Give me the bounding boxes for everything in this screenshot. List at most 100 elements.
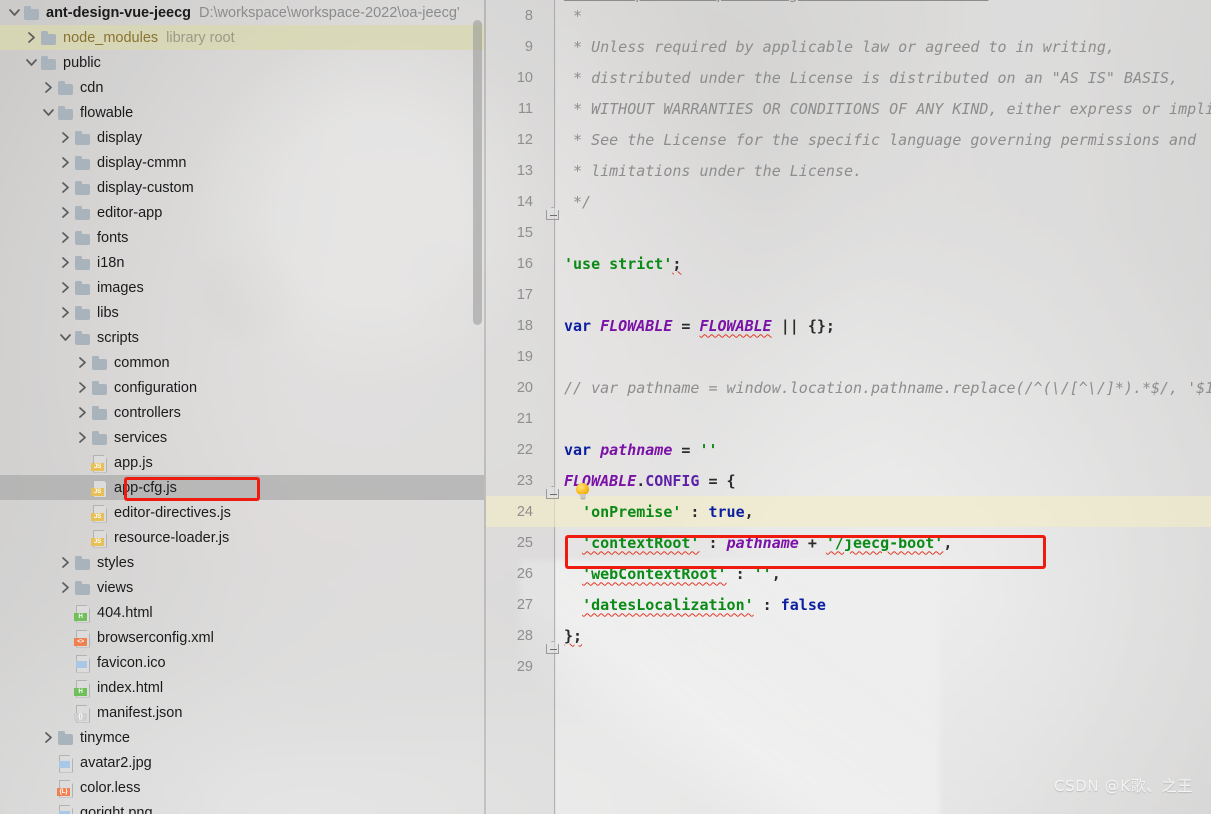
chevron-right-icon[interactable] xyxy=(23,29,40,46)
code-line-21[interactable]: 21 xyxy=(486,403,1211,434)
code-text: 'contextRoot' : pathname + '/jeecg-boot'… xyxy=(542,534,952,552)
code-line-27[interactable]: 27 'datesLocalization' : false xyxy=(486,589,1211,620)
code-token: 'contextRoot' xyxy=(582,533,700,552)
chevron-right-icon[interactable] xyxy=(40,79,57,96)
chevron-down-icon[interactable] xyxy=(23,54,40,71)
chevron-down-icon[interactable] xyxy=(40,104,57,121)
code-token: . xyxy=(636,471,646,490)
code-line-25[interactable]: 25 'contextRoot' : pathname + '/jeecg-bo… xyxy=(486,527,1211,558)
lightbulb-icon[interactable] xyxy=(576,483,589,500)
tree-item-manifest-json[interactable]: {} manifest.json xyxy=(0,700,484,725)
code-line-8[interactable]: 8 * xyxy=(486,0,1211,31)
chevron-right-icon[interactable] xyxy=(57,554,74,571)
editor-marker-strip[interactable] xyxy=(1199,0,1209,814)
tree-item-images[interactable]: images xyxy=(0,275,484,300)
project-tree-list[interactable]: ant-design-vue-jeecg D:\workspace\workspa… xyxy=(0,0,484,814)
tree-item-scripts[interactable]: scripts xyxy=(0,325,484,350)
fold-marker-icon[interactable] xyxy=(546,486,559,499)
tree-item-services[interactable]: services xyxy=(0,425,484,450)
code-line-15[interactable]: 15 xyxy=(486,217,1211,248)
code-line-9[interactable]: 9 * Unless required by applicable law or… xyxy=(486,31,1211,62)
chevron-right-icon[interactable] xyxy=(57,154,74,171)
tree-vertical-scrollbar[interactable] xyxy=(473,20,482,325)
line-number: 28 xyxy=(516,627,533,644)
code-line-18[interactable]: 18 var FLOWABLE = FLOWABLE || {}; xyxy=(486,310,1211,341)
chevron-right-icon[interactable] xyxy=(57,279,74,296)
tree-item-label: manifest.json xyxy=(97,704,183,721)
tree-item-i18n[interactable]: i18n xyxy=(0,250,484,275)
code-line-12[interactable]: 12 * See the License for the specific la… xyxy=(486,124,1211,155)
code-line-17[interactable]: 17 xyxy=(486,279,1211,310)
code-line-10[interactable]: 10 * distributed under the License is di… xyxy=(486,62,1211,93)
tree-item-configuration[interactable]: configuration xyxy=(0,375,484,400)
tree-item-fonts[interactable]: fonts xyxy=(0,225,484,250)
tree-item-avatar2-jpg[interactable]: avatar2.jpg xyxy=(0,750,484,775)
code-line-20[interactable]: 20 // var pathname = window.location.path… xyxy=(486,372,1211,403)
chevron-right-icon[interactable] xyxy=(40,729,57,746)
tree-item-common[interactable]: common xyxy=(0,350,484,375)
chevron-right-icon[interactable] xyxy=(74,404,91,421)
tree-item-404-html[interactable]: H 404.html xyxy=(0,600,484,625)
tree-item-app-cfg-js[interactable]: JS app-cfg.js xyxy=(0,475,484,500)
tree-item-node-modules[interactable]: node_modules library root xyxy=(0,25,484,50)
chevron-down-icon[interactable] xyxy=(57,329,74,346)
tree-item-label: avatar2.jpg xyxy=(80,754,152,771)
code-text: FLOWABLE.CONFIG = { xyxy=(542,472,736,490)
code-token: var xyxy=(564,440,592,459)
chevron-right-icon[interactable] xyxy=(74,354,91,371)
code-editor[interactable]: 7 http://www.apache.org/licenses/LICENSE… xyxy=(486,0,1211,814)
tree-item-resource-loader-js[interactable]: JS resource-loader.js xyxy=(0,525,484,550)
code-line-22[interactable]: 22 var pathname = '' xyxy=(486,434,1211,465)
fold-marker-icon[interactable] xyxy=(546,207,559,220)
chevron-right-icon[interactable] xyxy=(57,579,74,596)
tree-item-favicon-ico[interactable]: favicon.ico xyxy=(0,650,484,675)
tree-item-ant-design-vue-jeecg[interactable]: ant-design-vue-jeecg D:\workspace\workspa… xyxy=(0,0,484,25)
line-number: 22 xyxy=(516,441,533,458)
panel-splitter[interactable] xyxy=(484,0,486,814)
tree-item-browserconfig-xml[interactable]: <> browserconfig.xml xyxy=(0,625,484,650)
tree-item-display-custom[interactable]: display-custom xyxy=(0,175,484,200)
tree-item-display[interactable]: display xyxy=(0,125,484,150)
tree-item-styles[interactable]: styles xyxy=(0,550,484,575)
code-line-14[interactable]: 14 */ xyxy=(486,186,1211,217)
chevron-right-icon[interactable] xyxy=(57,254,74,271)
tree-item-editor-app[interactable]: editor-app xyxy=(0,200,484,225)
code-line-19[interactable]: 19 xyxy=(486,341,1211,372)
tree-item-goright-png[interactable]: goright.png xyxy=(0,800,484,814)
chevron-right-icon[interactable] xyxy=(74,429,91,446)
tree-item-cdn[interactable]: cdn xyxy=(0,75,484,100)
project-tree-panel[interactable]: ant-design-vue-jeecg D:\workspace\workspa… xyxy=(0,0,484,814)
fold-marker-icon[interactable] xyxy=(546,641,559,654)
tree-item-display-cmmn[interactable]: display-cmmn xyxy=(0,150,484,175)
tree-item-flowable[interactable]: flowable xyxy=(0,100,484,125)
tree-item-app-js[interactable]: JS app.js xyxy=(0,450,484,475)
folder-icon xyxy=(23,5,41,21)
chevron-right-icon[interactable] xyxy=(57,204,74,221)
tree-item-public[interactable]: public xyxy=(0,50,484,75)
tree-item-index-html[interactable]: Hindex.html xyxy=(0,675,484,700)
chevron-right-icon[interactable] xyxy=(57,304,74,321)
code-line-28[interactable]: 28}; xyxy=(486,620,1211,651)
tree-item-libs[interactable]: libs xyxy=(0,300,484,325)
code-line-26[interactable]: 26 'webContextRoot' : '', xyxy=(486,558,1211,589)
chevron-right-icon[interactable] xyxy=(57,129,74,146)
tree-item-label: goright.png xyxy=(80,804,153,814)
tree-item-color-less[interactable]: {L} color.less xyxy=(0,775,484,800)
code-lines-container[interactable]: 8 * 9 * Unless required by applicable law… xyxy=(486,0,1211,814)
chevron-right-icon[interactable] xyxy=(74,379,91,396)
chevron-right-icon[interactable] xyxy=(57,179,74,196)
code-line-24[interactable]: 24 'onPremise' : true, xyxy=(486,496,1211,527)
tree-item-controllers[interactable]: controllers xyxy=(0,400,484,425)
code-line-23[interactable]: 23 FLOWABLE.CONFIG = { xyxy=(486,465,1211,496)
tree-item-editor-directives-js[interactable]: JS editor-directives.js xyxy=(0,500,484,525)
code-line-29[interactable]: 29 xyxy=(486,651,1211,682)
chevron-down-icon[interactable] xyxy=(6,4,23,21)
code-line-11[interactable]: 11 * WITHOUT WARRANTIES OR CONDITIONS OF… xyxy=(486,93,1211,124)
file-type-badge: {} xyxy=(74,712,87,721)
tree-item-tinymce[interactable]: tinymce xyxy=(0,725,484,750)
code-line-16[interactable]: 16 'use strict'; xyxy=(486,248,1211,279)
chevron-right-icon[interactable] xyxy=(57,229,74,246)
tree-item-views[interactable]: views xyxy=(0,575,484,600)
code-line-13[interactable]: 13 * limitations under the License. xyxy=(486,155,1211,186)
